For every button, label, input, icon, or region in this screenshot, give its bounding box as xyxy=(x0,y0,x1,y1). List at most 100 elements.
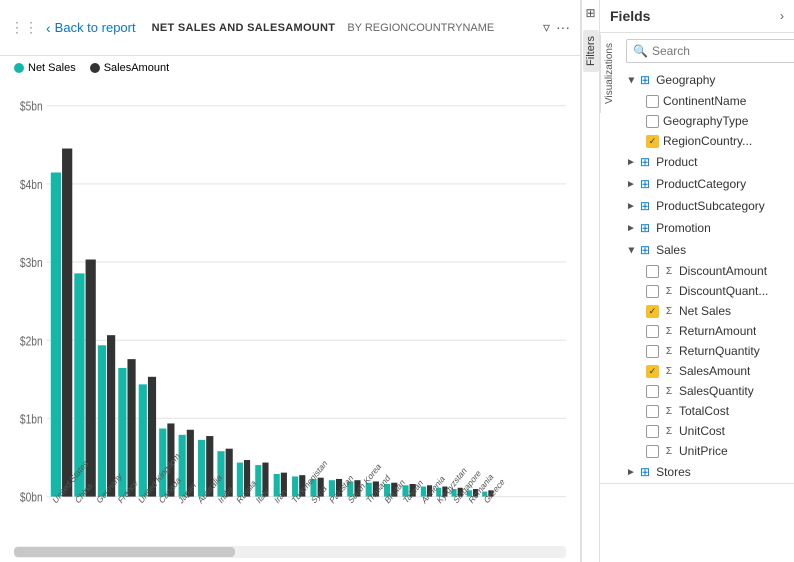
chevron-product-subcategory-icon: ► xyxy=(626,201,636,212)
checkbox-unit-price[interactable] xyxy=(646,445,659,458)
group-label-sales: Sales xyxy=(656,243,686,257)
checkbox-return-quantity[interactable] xyxy=(646,345,659,358)
checkbox-sales-amount[interactable] xyxy=(646,365,659,378)
field-net-sales[interactable]: Σ Net Sales xyxy=(618,301,794,321)
field-geography-type[interactable]: GeographyType xyxy=(618,111,794,131)
chevron-product-icon: ► xyxy=(626,157,636,168)
checkbox-unit-cost[interactable] xyxy=(646,425,659,438)
filters-tab[interactable]: ⊞ Filters xyxy=(581,0,599,562)
table-product-subcategory-icon: ⊞ xyxy=(640,199,650,213)
left-panel: ⋮⋮ ‹ Back to report NET SALES AND SALESA… xyxy=(0,0,581,562)
sigma-return-quantity-icon: Σ xyxy=(663,346,675,357)
more-icon[interactable]: ··· xyxy=(556,19,570,36)
sigma-net-sales-icon: Σ xyxy=(663,306,675,317)
field-sales-amount[interactable]: Σ SalesAmount ··· xyxy=(618,361,794,381)
group-label-product-category: ProductCategory xyxy=(656,177,746,191)
filter-icon[interactable]: ▿ xyxy=(543,19,550,36)
tabs-row: Visualizations 🔍 ► ⊞ Geography Continent… xyxy=(600,33,794,484)
checkbox-return-amount[interactable] xyxy=(646,325,659,338)
sigma-unit-price-icon: Σ xyxy=(663,446,675,457)
group-product[interactable]: ► ⊞ Product xyxy=(618,151,794,173)
panel-chevron-icon[interactable]: › xyxy=(780,9,784,23)
field-label-unit-cost: UnitCost xyxy=(679,424,725,438)
filters-label[interactable]: Filters xyxy=(583,30,599,72)
checkbox-geography-type[interactable] xyxy=(646,115,659,128)
field-label-geography-type: GeographyType xyxy=(663,114,748,128)
table-product-category-icon: ⊞ xyxy=(640,177,650,191)
svg-text:$5bn: $5bn xyxy=(20,101,43,114)
field-label-return-amount: ReturnAmount xyxy=(679,324,756,338)
group-geography[interactable]: ► ⊞ Geography xyxy=(618,69,794,91)
svg-text:$1bn: $1bn xyxy=(20,414,43,427)
table-product-icon: ⊞ xyxy=(640,155,650,169)
chart-title: NET SALES AND SALESAMOUNT xyxy=(152,22,336,34)
field-label-total-cost: TotalCost xyxy=(679,404,729,418)
svg-text:$3bn: $3bn xyxy=(20,257,43,270)
field-continent-name[interactable]: ContinentName xyxy=(618,91,794,111)
group-product-category[interactable]: ► ⊞ ProductCategory xyxy=(618,173,794,195)
table-promotion-icon: ⊞ xyxy=(640,221,650,235)
field-label-unit-price: UnitPrice xyxy=(679,444,728,458)
chart-scrollbar-thumb[interactable] xyxy=(14,547,235,557)
search-icon: 🔍 xyxy=(633,44,648,58)
checkbox-region-country[interactable] xyxy=(646,135,659,148)
panel-title: Fields xyxy=(610,8,650,24)
chevron-stores-icon: ► xyxy=(626,467,636,478)
group-label-product-subcategory: ProductSubcategory xyxy=(656,199,765,213)
chart-scrollbar[interactable] xyxy=(14,546,566,558)
field-label-continent-name: ContinentName xyxy=(663,94,746,108)
field-label-net-sales: Net Sales xyxy=(679,304,731,318)
field-label-return-quantity: ReturnQuantity xyxy=(679,344,760,358)
table-sales-icon: ⊞ xyxy=(640,243,650,257)
back-label: Back to report xyxy=(55,20,136,35)
sigma-total-cost-icon: Σ xyxy=(663,406,675,417)
group-label-product: Product xyxy=(656,155,697,169)
sigma-discount-quant-icon: Σ xyxy=(663,286,675,297)
field-unit-cost[interactable]: Σ UnitCost xyxy=(618,421,794,441)
field-return-quantity[interactable]: Σ ReturnQuantity xyxy=(618,341,794,361)
group-label-stores: Stores xyxy=(656,465,691,479)
svg-text:$4bn: $4bn xyxy=(20,179,43,192)
field-discount-amount[interactable]: Σ DiscountAmount xyxy=(618,261,794,281)
field-sales-quantity[interactable]: Σ SalesQuantity xyxy=(618,381,794,401)
group-stores[interactable]: ► ⊞ Stores xyxy=(618,461,794,483)
sigma-sales-amount-icon: Σ xyxy=(663,366,675,377)
checkbox-sales-quantity[interactable] xyxy=(646,385,659,398)
legend-dot-net-sales xyxy=(14,63,24,73)
legend-label-sales-amount: SalesAmount xyxy=(104,62,169,74)
back-button[interactable]: ‹ Back to report xyxy=(46,20,136,36)
field-label-region-country: RegionCountry... xyxy=(663,134,752,148)
checkbox-net-sales[interactable] xyxy=(646,305,659,318)
field-unit-price[interactable]: Σ UnitPrice xyxy=(618,441,794,461)
svg-text:$0bn: $0bn xyxy=(20,492,43,505)
field-region-country[interactable]: RegionCountry... xyxy=(618,131,794,151)
field-return-amount[interactable]: Σ ReturnAmount xyxy=(618,321,794,341)
checkbox-total-cost[interactable] xyxy=(646,405,659,418)
field-label-sales-quantity: SalesQuantity xyxy=(679,384,754,398)
checkbox-continent-name[interactable] xyxy=(646,95,659,108)
fields-list: ► ⊞ Geography ContinentName GeographyTyp… xyxy=(618,69,794,483)
legend-dot-sales-amount xyxy=(90,63,100,73)
legend-label-net-sales: Net Sales xyxy=(28,62,76,74)
sigma-discount-amount-icon: Σ xyxy=(663,266,675,277)
field-total-cost[interactable]: Σ TotalCost xyxy=(618,401,794,421)
search-input[interactable] xyxy=(652,44,794,58)
field-discount-quant[interactable]: Σ DiscountQuant... xyxy=(618,281,794,301)
checkbox-discount-quant[interactable] xyxy=(646,285,659,298)
top-bar-icons: ▿ ··· xyxy=(543,19,570,36)
table-geography-icon: ⊞ xyxy=(640,73,650,87)
field-label-discount-quant: DiscountQuant... xyxy=(679,284,768,298)
group-sales[interactable]: ► ⊞ Sales xyxy=(618,239,794,261)
right-panel: Fields › Visualizations 🔍 ► ⊞ Geography xyxy=(599,0,794,562)
chart-area: $5bn $4bn $3bn $2bn $1bn $0bn xyxy=(0,80,580,542)
svg-text:$2bn: $2bn xyxy=(20,335,43,348)
sigma-unit-cost-icon: Σ xyxy=(663,426,675,437)
group-promotion[interactable]: ► ⊞ Promotion xyxy=(618,217,794,239)
chevron-sales-icon: ► xyxy=(626,245,637,255)
top-bar: ⋮⋮ ‹ Back to report NET SALES AND SALESA… xyxy=(0,0,580,56)
checkbox-discount-amount[interactable] xyxy=(646,265,659,278)
chevron-promotion-icon: ► xyxy=(626,223,636,234)
tab-visualizations[interactable]: Visualizations xyxy=(600,33,618,113)
legend: Net Sales SalesAmount xyxy=(0,56,580,80)
group-product-subcategory[interactable]: ► ⊞ ProductSubcategory xyxy=(618,195,794,217)
